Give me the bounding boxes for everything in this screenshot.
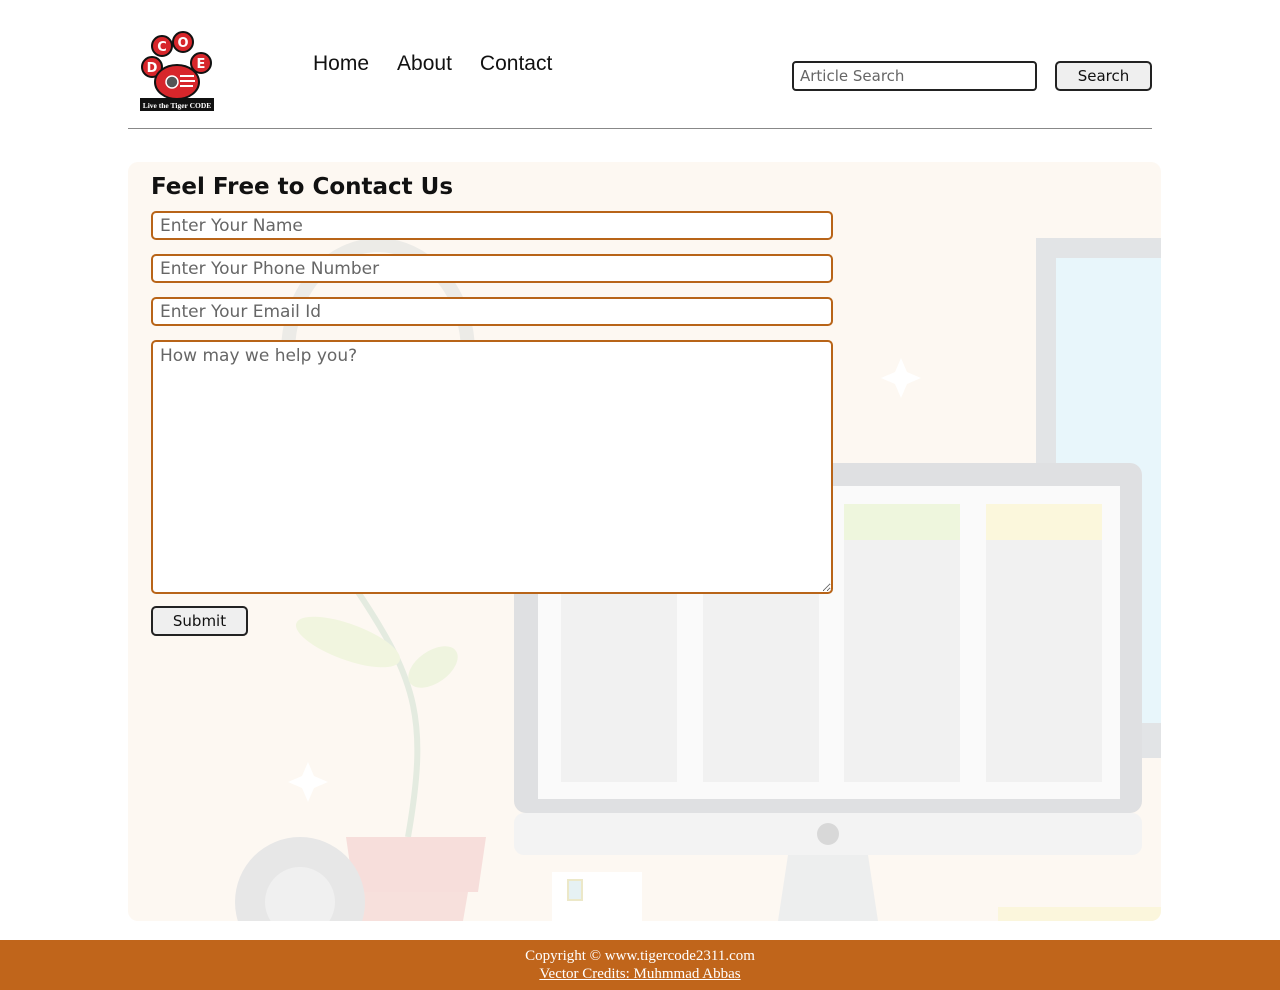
logo-letter: D bbox=[147, 61, 158, 76]
header-divider bbox=[128, 128, 1152, 129]
tiger-paw-logo-icon: C O D E Live the Tiger CODE bbox=[140, 31, 214, 111]
copyright-text: Copyright © www.tigercode2311.com bbox=[525, 948, 755, 964]
vector-credits-link[interactable]: Vector Credits: Muhmmad Abbas bbox=[539, 966, 740, 982]
article-search-input[interactable] bbox=[792, 61, 1037, 91]
contact-form-title: Feel Free to Contact Us bbox=[151, 174, 454, 200]
submit-button[interactable]: Submit bbox=[151, 606, 248, 636]
main-nav: Home About Contact bbox=[313, 52, 552, 76]
site-logo[interactable]: C O D E Live the Tiger CODE bbox=[138, 30, 216, 114]
site-footer: Copyright © www.tigercode2311.com Vector… bbox=[0, 940, 1280, 990]
logo-letter: O bbox=[177, 36, 188, 51]
nav-link-home[interactable]: Home bbox=[313, 52, 369, 76]
contact-panel: Feel Free to Contact Us Submit bbox=[128, 162, 1161, 921]
name-field[interactable] bbox=[151, 211, 833, 240]
logo-letter: E bbox=[197, 57, 206, 72]
logo-tagline: Live the Tiger CODE bbox=[143, 101, 212, 110]
logo-letter: C bbox=[157, 40, 167, 55]
page-root: C O D E Live the Tiger CODE Home About C… bbox=[0, 0, 1280, 990]
nav-link-about[interactable]: About bbox=[397, 52, 452, 76]
search-button[interactable]: Search bbox=[1055, 61, 1152, 91]
email-field[interactable] bbox=[151, 297, 833, 326]
phone-field[interactable] bbox=[151, 254, 833, 283]
nav-link-contact[interactable]: Contact bbox=[480, 52, 552, 76]
message-textarea[interactable] bbox=[151, 340, 833, 594]
